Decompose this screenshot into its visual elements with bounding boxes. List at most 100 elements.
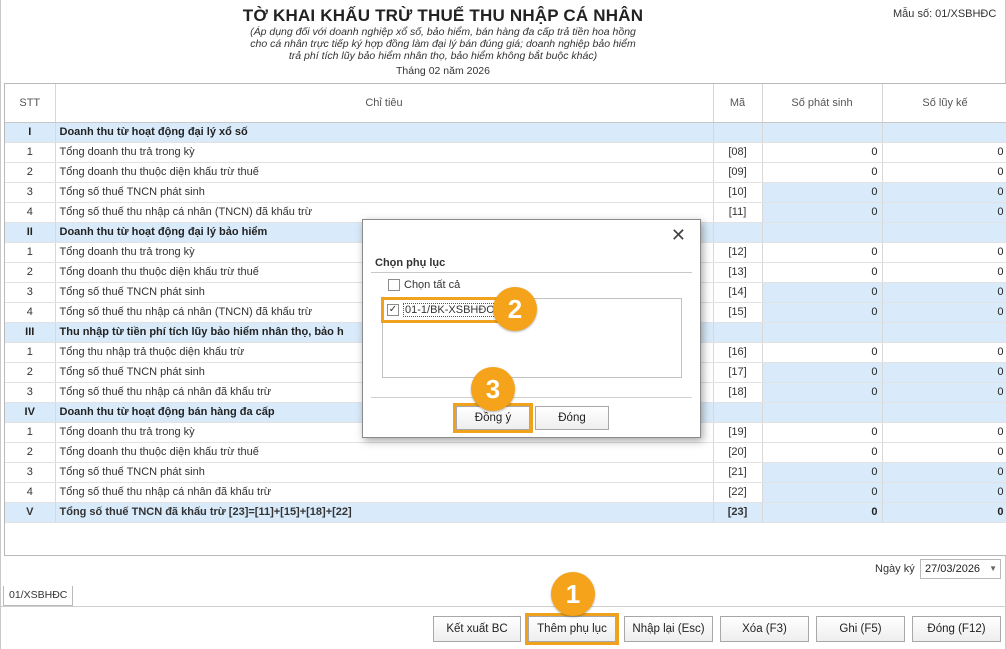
row-cumulative-amount[interactable]: 0 [882,482,1006,503]
cancel-button[interactable]: Đóng [535,406,609,430]
row-indicator: Tổng doanh thu thuộc diện khấu trừ thuế [55,162,714,183]
row-cumulative-amount[interactable]: 0 [882,262,1006,283]
row-period-amount[interactable]: 0 [762,382,883,403]
row-stt: I [5,122,56,143]
row-indicator: Doanh thu từ hoạt động đại lý xổ số [55,122,714,143]
table-row: 3 Tổng số thuế TNCN phát sinh [10] 0 0 [5,182,1006,203]
row-period-amount[interactable]: 0 [762,202,883,223]
row-code: [23] [713,502,763,523]
row-indicator: Tổng số thuế thu nhập cá nhân đã khấu tr… [55,482,714,503]
table-row: 2 Tổng doanh thu thuộc diện khấu trừ thuế… [5,442,1006,463]
form-subtitle-line-1: (Áp dụng đối với doanh nghiệp xổ số, bảo… [250,26,636,38]
row-period-amount[interactable]: 0 [762,482,883,503]
row-cumulative-amount[interactable]: 0 [882,382,1006,403]
row-cumulative-amount[interactable]: 0 [882,282,1006,303]
row-code [713,122,763,143]
row-period-amount[interactable]: 0 [762,422,883,443]
sign-date-picker[interactable]: 27/03/2026 ▼ [920,559,1001,579]
reset-button[interactable]: Nhập lại (Esc) [624,616,713,642]
row-cumulative-amount[interactable]: 0 [882,202,1006,223]
row-period-amount[interactable]: 0 [762,362,883,383]
row-period-amount[interactable]: 0 [762,182,883,203]
column-header-cumulative-amount: Số lũy kế [882,84,1006,123]
divider [1,606,1006,607]
row-period-amount[interactable]: 0 [762,162,883,183]
row-code [713,322,763,343]
row-stt: 2 [5,442,56,463]
row-period-amount[interactable]: 0 [762,282,883,303]
row-code: [19] [713,422,763,443]
appendix-checkbox[interactable]: ✓ [387,304,399,316]
row-code: [14] [713,282,763,303]
row-cumulative-amount[interactable]: 0 [882,162,1006,183]
row-cumulative-amount[interactable]: 0 [882,302,1006,323]
row-stt: 1 [5,142,56,163]
column-header-code: Mã [713,84,763,123]
row-cumulative-amount[interactable]: 0 [882,422,1006,443]
select-all-checkbox-row[interactable]: Chọn tất cả [388,279,460,291]
table-row: 2 Tổng doanh thu thuộc diện khấu trừ thuế… [5,162,1006,183]
row-period-amount[interactable]: 0 [762,242,883,263]
row-indicator: Tổng số thuế TNCN phát sinh [55,182,714,203]
row-cumulative-amount [882,322,1006,343]
row-code: [21] [713,462,763,483]
row-code: [13] [713,262,763,283]
row-period-amount[interactable]: 0 [762,142,883,163]
row-period-amount [762,122,883,143]
dialog-group-title: Chọn phụ lục [375,257,446,269]
row-cumulative-amount[interactable]: 0 [882,462,1006,483]
section-row: I Doanh thu từ hoạt động đại lý xổ số [5,122,1006,143]
row-stt: 1 [5,342,56,363]
row-cumulative-amount[interactable]: 0 [882,342,1006,363]
select-all-label: Chọn tất cả [404,279,461,291]
chevron-down-icon[interactable]: ▼ [989,564,997,573]
form-period: Tháng 02 năm 2026 [396,65,490,77]
step-callout-2: 2 [493,287,537,331]
step-callout-1: 1 [551,572,595,616]
row-stt: II [5,222,56,243]
add-appendix-button[interactable]: Thêm phụ lục [525,613,619,645]
row-stt: 4 [5,482,56,503]
close-button[interactable]: Đóng (F12) [912,616,1001,642]
row-code [713,402,763,423]
row-indicator: Tổng doanh thu thuộc diện khấu trừ thuế [55,442,714,463]
row-cumulative-amount: 0 [882,502,1006,523]
form-title: TỜ KHAI KHẤU TRỪ THUẾ THU NHẬP CÁ NHÂN [242,6,644,25]
export-report-button[interactable]: Kết xuất BC [433,616,521,642]
select-all-checkbox[interactable] [388,279,400,291]
row-code: [16] [713,342,763,363]
row-indicator: Tổng số thuế TNCN phát sinh [55,462,714,483]
close-icon[interactable]: ✕ [671,225,686,246]
row-code: [18] [713,382,763,403]
dialog-divider [371,272,692,273]
row-period-amount[interactable]: 0 [762,262,883,283]
sign-date-value: 27/03/2026 [925,563,981,575]
row-stt: III [5,322,56,343]
row-period-amount[interactable]: 0 [762,302,883,323]
row-cumulative-amount[interactable]: 0 [882,142,1006,163]
column-header-stt: STT [5,84,56,123]
row-cumulative-amount[interactable]: 0 [882,182,1006,203]
table-row: 3 Tổng số thuế TNCN phát sinh [21] 0 0 [5,462,1006,483]
row-cumulative-amount [882,222,1006,243]
save-button[interactable]: Ghi (F5) [816,616,905,642]
row-stt: 3 [5,382,56,403]
row-period-amount[interactable]: 0 [762,442,883,463]
sign-date-label: Ngày ký [875,563,915,575]
tab-main-form[interactable]: 01/XSBHĐC [3,586,73,606]
row-cumulative-amount[interactable]: 0 [882,442,1006,463]
row-code: [12] [713,242,763,263]
row-period-amount[interactable]: 0 [762,462,883,483]
row-stt: 3 [5,182,56,203]
row-stt: 2 [5,262,56,283]
delete-button[interactable]: Xóa (F3) [720,616,809,642]
row-period-amount[interactable]: 0 [762,342,883,363]
row-cumulative-amount[interactable]: 0 [882,242,1006,263]
appendix-item[interactable]: ✓ 01-1/BK-XSBHĐC [380,297,505,323]
row-code: [09] [713,162,763,183]
row-code: [11] [713,202,763,223]
row-cumulative-amount[interactable]: 0 [882,362,1006,383]
row-code: [15] [713,302,763,323]
row-code: [08] [713,142,763,163]
column-header-period-amount: Số phát sinh [762,84,883,123]
